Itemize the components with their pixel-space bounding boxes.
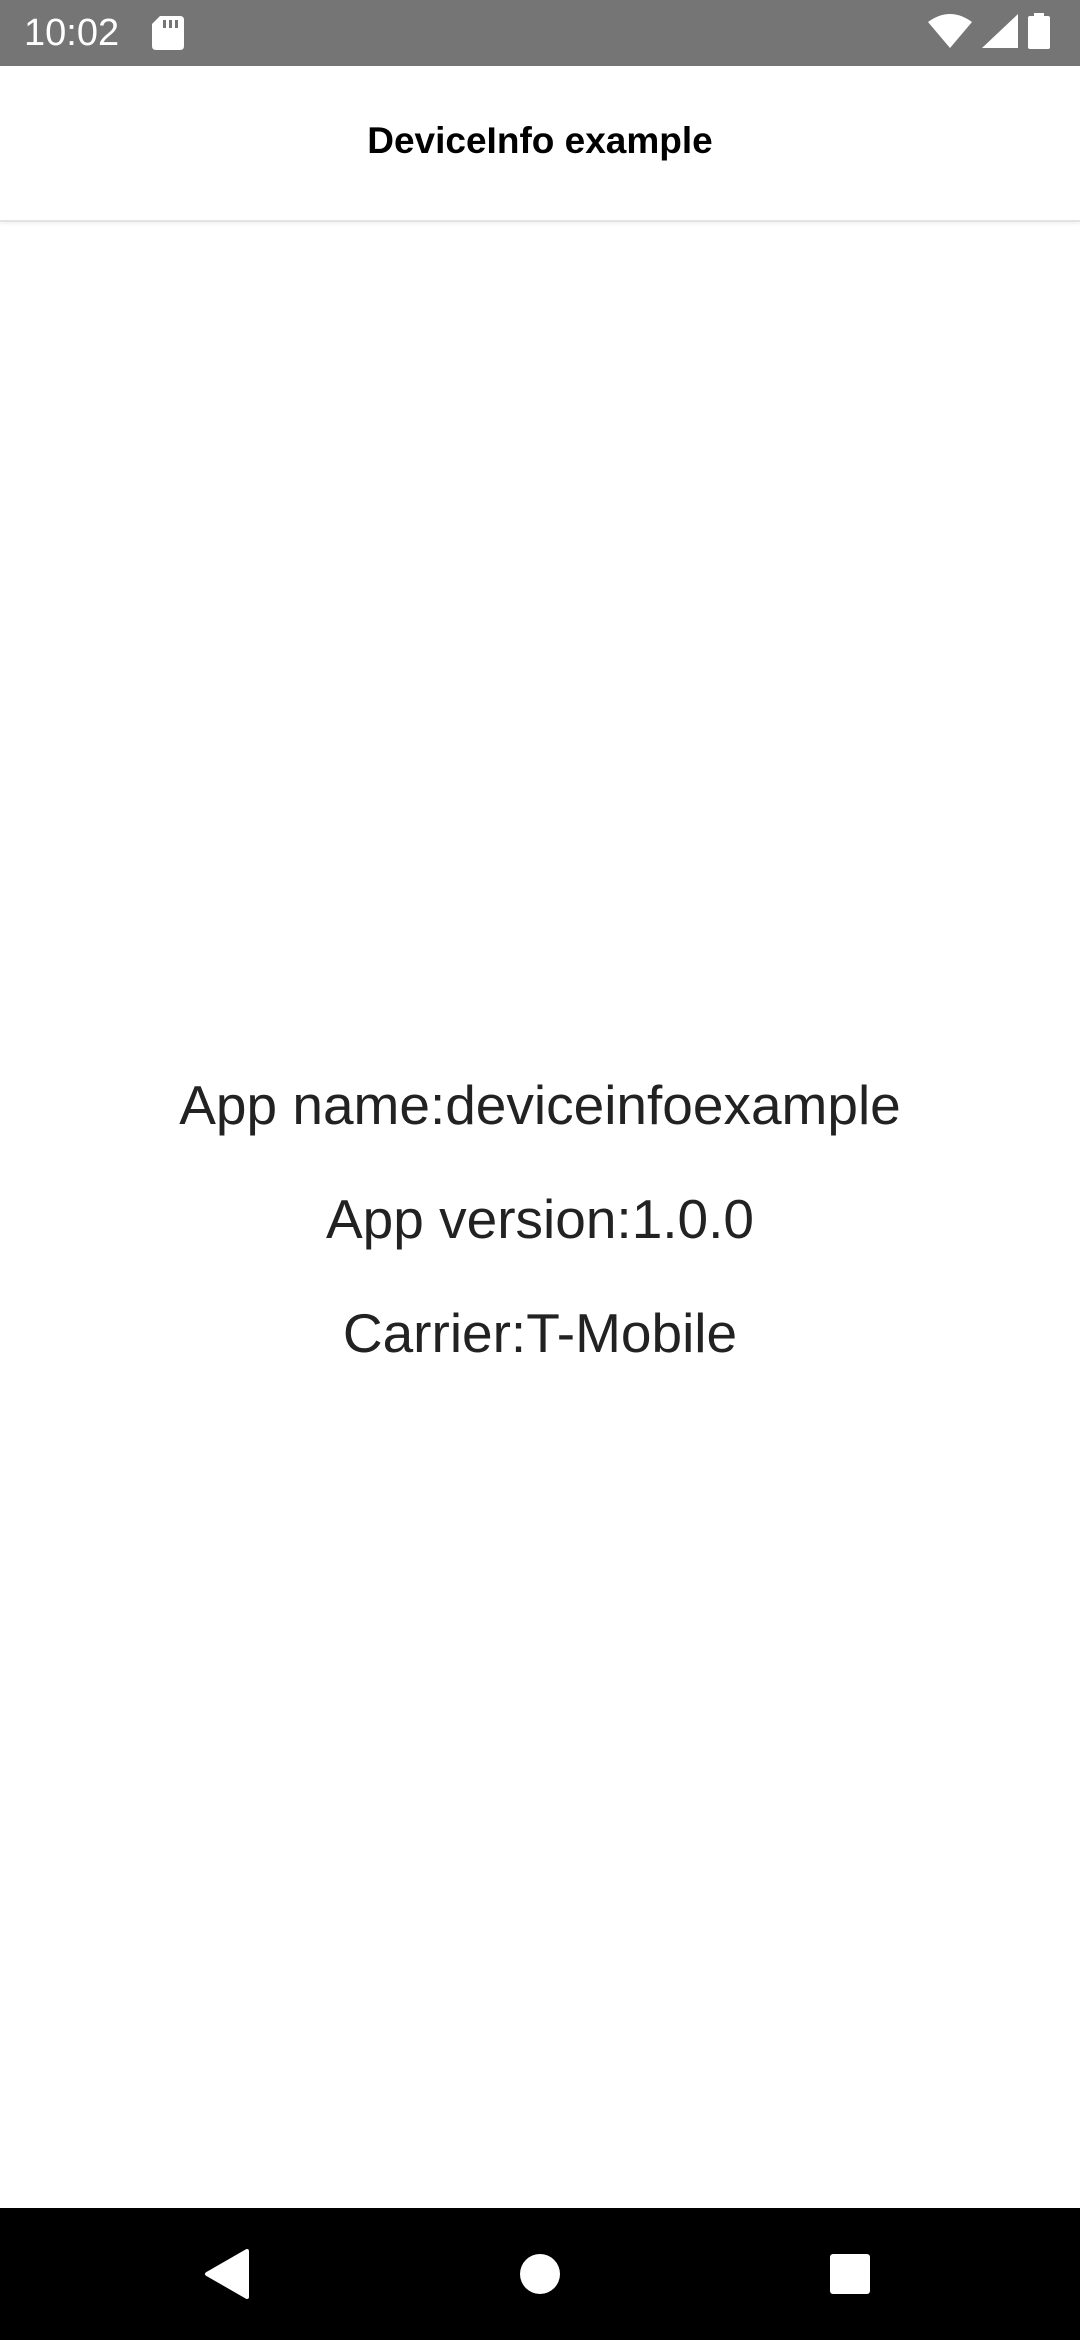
navigation-bar [0,2208,1080,2340]
page-title: DeviceInfo example [367,120,713,161]
status-time: 10:02 [24,12,120,54]
battery-icon [1028,12,1050,54]
sd-card-icon [152,16,184,50]
recents-icon[interactable] [810,2234,890,2314]
app-bar: DeviceInfo example [0,66,1080,222]
wifi-icon [928,13,972,53]
status-icons [928,12,1050,54]
status-bar: 10:02 [0,0,1080,66]
signal-icon [982,13,1018,53]
app-name-text: App name:deviceinfoexample [179,1074,901,1136]
app-version-text: App version:1.0.0 [325,1188,755,1250]
back-icon[interactable] [186,2234,266,2314]
device-info-list: App name:deviceinfoexample App version:1… [0,1048,1080,1390]
carrier-text: Carrier:T-Mobile [342,1302,738,1364]
screen: 10:02 DeviceInfo example App name:device… [0,0,1080,2340]
main-content: App name:deviceinfoexample App version:1… [0,222,1080,2208]
home-icon[interactable] [500,2234,580,2314]
